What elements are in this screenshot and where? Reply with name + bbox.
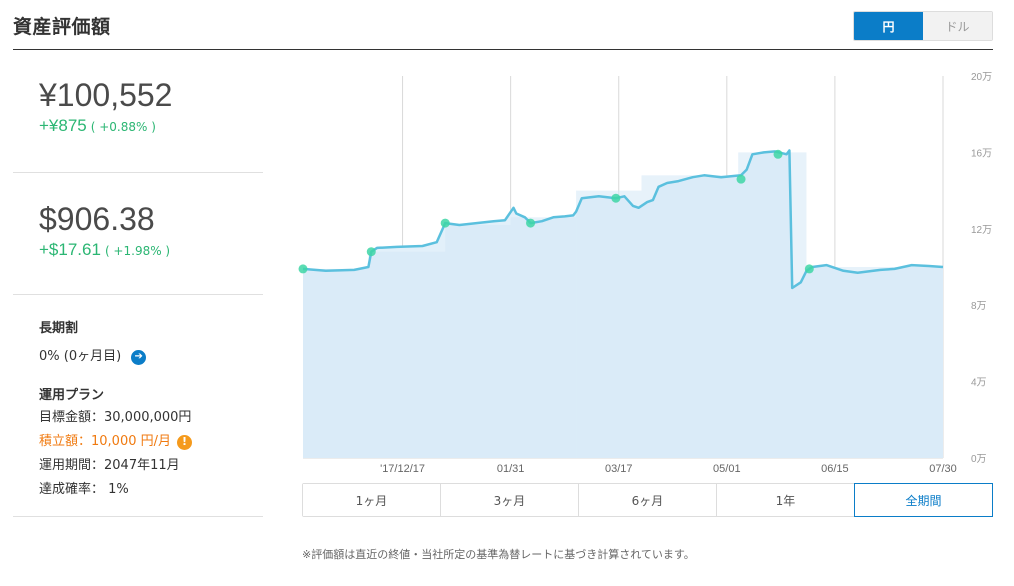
currency-dollar-button[interactable]: ドル xyxy=(923,12,992,40)
plan-monthly-row: 積立額：10,000 円/月 ! xyxy=(39,433,263,451)
y-tick-label: 12万 xyxy=(971,225,992,236)
chart-marker-point xyxy=(526,218,536,228)
x-tick-label: 01/31 xyxy=(497,463,525,475)
contribution-step xyxy=(303,268,369,458)
footnote: ※評価額は直近の終値・当社所定の基準為替レートに基づき計算されています。 xyxy=(302,548,695,561)
y-tick-label: 16万 xyxy=(971,148,992,159)
tab-1-year[interactable]: 1年 xyxy=(717,484,855,516)
tab-6-months[interactable]: 6ヶ月 xyxy=(579,484,717,516)
x-tick-label: 07/30 xyxy=(929,463,957,475)
summary-panel: ¥100,552 +¥875( +0.88% ) $906.38 +$17.61… xyxy=(13,50,263,517)
chart-marker-point xyxy=(736,174,746,184)
period-tabs: 1ヶ月 3ヶ月 6ヶ月 1年 全期間 xyxy=(302,483,993,517)
page-title: 資産評価額 xyxy=(13,16,111,38)
plan-monthly: 積立額：10,000 円/月 xyxy=(39,434,171,449)
asset-chart-svg: 20万 16万 12万 8万 4万 0万 '17/12/17 01/31 03/17 05/01 0… xyxy=(298,72,992,475)
warning-icon[interactable]: ! xyxy=(177,434,192,450)
chart-marker-point xyxy=(298,264,308,274)
yen-value: ¥100,552 xyxy=(39,77,173,113)
asset-chart: 20万 16万 12万 8万 4万 0万 '17/12/17 01/31 03/17 05/01 0… xyxy=(296,66,996,476)
plan-panel: 長期割 0% (0ヶ月目) ➔ 運用プラン 目標金額：30,000,000円 積… xyxy=(13,295,263,517)
contribution-step xyxy=(641,175,739,458)
x-tick-label: '17/12/17 xyxy=(380,463,425,475)
usd-value: $906.38 xyxy=(39,201,155,237)
contribution-step xyxy=(445,224,511,458)
contribution-step xyxy=(368,251,446,458)
header: 資産評価額 円 ドル xyxy=(13,0,993,50)
tab-3-months[interactable]: 3ヶ月 xyxy=(441,484,579,516)
currency-toggle: 円 ドル xyxy=(853,11,993,41)
currency-yen-button[interactable]: 円 xyxy=(854,12,923,40)
x-tick-label: 06/15 xyxy=(821,463,849,475)
yen-change: +¥875( +0.88% ) xyxy=(39,116,263,136)
y-tick-label: 4万 xyxy=(971,378,987,389)
long-term-title: 長期割 xyxy=(39,321,79,336)
chart-marker-point xyxy=(366,247,376,257)
yen-summary: ¥100,552 +¥875( +0.88% ) xyxy=(13,50,263,173)
usd-change: +$17.61( +1.98% ) xyxy=(39,240,263,260)
y-tick-label: 20万 xyxy=(971,72,992,83)
x-tick-label: 05/01 xyxy=(713,463,741,475)
y-tick-label: 0万 xyxy=(971,454,987,465)
chart-marker-point xyxy=(440,218,450,228)
plan-probability: 達成確率： 1% xyxy=(39,482,129,497)
usd-summary: $906.38 +$17.61( +1.98% ) xyxy=(13,173,263,295)
y-tick-label: 8万 xyxy=(971,301,987,312)
usd-change-amount: +$17.61 xyxy=(39,240,101,259)
usd-change-percent: ( +1.98% ) xyxy=(104,244,171,258)
contribution-step xyxy=(738,152,807,458)
plan-title: 運用プラン xyxy=(39,388,105,403)
yen-change-percent: ( +0.88% ) xyxy=(90,120,156,134)
chart-marker-point xyxy=(773,149,783,159)
yen-change-amount: +¥875 xyxy=(39,116,87,135)
x-tick-label: 03/17 xyxy=(605,463,633,475)
tab-all-period[interactable]: 全期間 xyxy=(854,483,993,517)
chart-marker-point xyxy=(804,264,814,274)
contribution-step xyxy=(510,217,577,458)
contribution-step xyxy=(806,267,943,458)
long-term-value: 0% (0ヶ月目) xyxy=(39,349,122,364)
contribution-step xyxy=(576,190,642,458)
chart-marker-point xyxy=(611,193,621,203)
tab-1-month[interactable]: 1ヶ月 xyxy=(303,484,441,516)
arrow-right-icon[interactable]: ➔ xyxy=(131,349,147,365)
plan-period: 運用期間：2047年11月 xyxy=(39,458,180,473)
long-term-row: 0% (0ヶ月目) ➔ xyxy=(39,348,263,366)
plan-target: 目標金額：30,000,000円 xyxy=(39,410,192,425)
